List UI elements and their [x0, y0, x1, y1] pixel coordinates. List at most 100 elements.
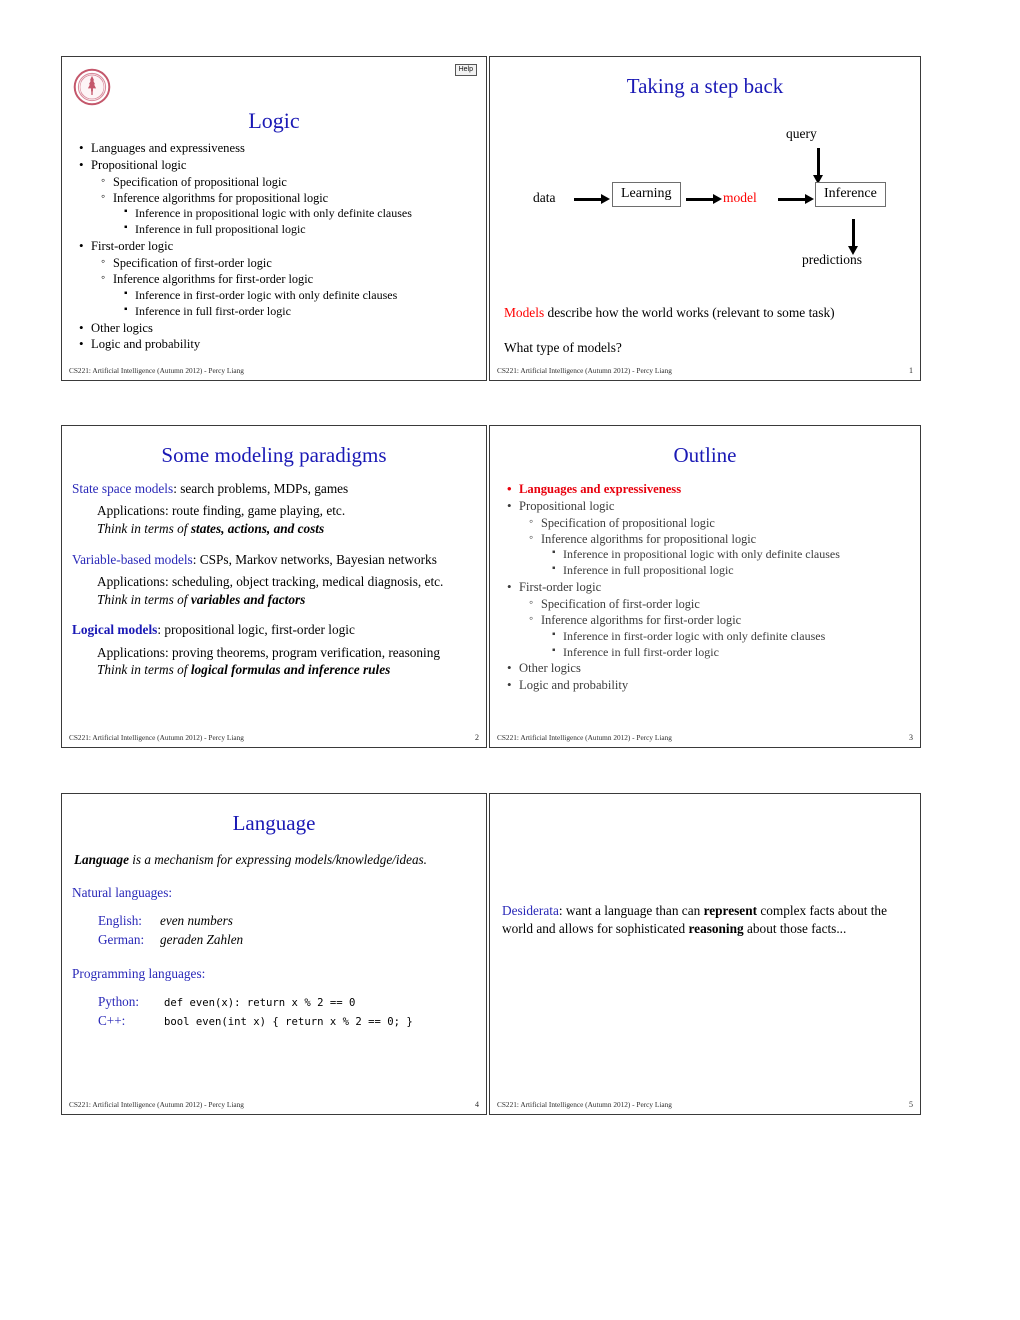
language-name: English: [98, 913, 142, 929]
slide-language: Language Language is a mechanism for exp… [61, 793, 487, 1115]
page-number: 3 [909, 733, 913, 742]
think-prefix: Think in terms of [97, 591, 191, 607]
slide-footer: CS221: Artificial Intelligence (Autumn 2… [62, 730, 486, 742]
footer-course-text: CS221: Artificial Intelligence (Autumn 2… [69, 1100, 244, 1109]
language-name: C++: [98, 1012, 126, 1028]
slide-footer: CS221: Artificial Intelligence (Autumn 2… [62, 363, 486, 375]
slide-desiderata: Desiderata: want a language than can rep… [489, 793, 921, 1115]
footer-course-text: CS221: Artificial Intelligence (Autumn 2… [497, 366, 672, 375]
paradigm-examples: : propositional logic, first-order logic [157, 622, 355, 638]
outline-item: Specification of first-order logic [528, 595, 910, 612]
programming-languages-rows: Python: def even(x): return x % 2 == 0 C++… [98, 993, 486, 1030]
outline-item: Propositional logic [506, 497, 910, 515]
desiderata-paragraph: Desiderata: want a language than can rep… [502, 902, 906, 939]
outline-item: Inference in first-order logic with only… [122, 287, 476, 304]
language-example: even numbers [160, 913, 233, 929]
code-snippet: def even(x): return x % 2 == 0 [164, 997, 356, 1010]
arrow-inference-to-predictions [848, 219, 858, 256]
outline-item: Specification of propositional logic [528, 514, 910, 531]
outline-item: Other logics [506, 660, 910, 677]
footer-course-text: CS221: Artificial Intelligence (Autumn 2… [497, 733, 672, 742]
programming-languages-heading: Programming languages: [72, 966, 206, 982]
outline-item: Logic and probability [506, 676, 910, 694]
paradigm-think-line: Think in terms of states, actions, and c… [97, 520, 472, 538]
outline-item: Inference algorithms for first-order log… [100, 270, 476, 287]
slide-logic-title: Help Logic Languages and expressivenessP… [61, 56, 487, 381]
outline-item: Other logics [78, 319, 476, 337]
paradigm-detail: Applications: proving theorems, program … [97, 644, 472, 679]
language-name: Python: [98, 994, 140, 1010]
desiderata-bold-represent: represent [703, 903, 758, 918]
arrow-learning-to-model [686, 194, 722, 205]
model-label: model [723, 190, 757, 206]
slide-footer: CS221: Artificial Intelligence (Autumn 2… [62, 1097, 486, 1109]
slide-title: Outline [673, 443, 737, 467]
page-number: 1 [909, 366, 913, 375]
code-snippet: bool even(int x) { return x % 2 == 0; } [164, 1015, 413, 1028]
outline-item: First-order logic [506, 578, 910, 596]
paradigm-think-line: Think in terms of variables and factors [97, 591, 472, 609]
think-prefix: Think in terms of [97, 521, 191, 537]
desiderata-keyword: Desiderata [502, 903, 559, 918]
outline-item: Inference algorithms for propositional l… [100, 189, 476, 206]
paradigm-applications: Applications: scheduling, object trackin… [97, 574, 444, 589]
paradigm-name: Logical models [72, 622, 158, 638]
slide-outline: Outline Languages and expressivenessProp… [489, 425, 921, 748]
think-prefix: Think in terms of [97, 662, 191, 678]
slide-some-modeling-paradigms: Some modeling paradigms State space mode… [61, 425, 487, 748]
language-name: German: [98, 931, 145, 947]
paradigm-detail: Applications: route finding, game playin… [97, 502, 472, 537]
desiderata-bold-reasoning: reasoning [688, 921, 744, 937]
outline-item: Languages and expressiveness [506, 480, 910, 498]
think-keywords: variables and factors [190, 591, 306, 607]
language-row: C++: bool even(int x) { return x % 2 == 0… [98, 1012, 486, 1030]
outline-item: Propositional logic [78, 156, 476, 174]
footer-course-text: CS221: Artificial Intelligence (Autumn 2… [497, 1100, 672, 1109]
think-keywords: logical formulas and inference rules [190, 662, 391, 678]
predictions-label: predictions [802, 252, 862, 268]
outline-item: Specification of propositional logic [100, 173, 476, 190]
outline-list: Languages and expressivenessPropositiona… [62, 139, 486, 353]
slide-footer: CS221: Artificial Intelligence (Autumn 2… [490, 363, 920, 375]
query-label: query [786, 126, 817, 142]
help-button[interactable]: Help [454, 64, 477, 76]
outline-item: Inference in propositional logic with on… [122, 205, 476, 222]
paradigm-examples: : CSPs, Markov networks, Bayesian networ… [192, 551, 437, 567]
ml-pipeline-diagram: query data Learning model Inference pred… [490, 118, 920, 298]
think-keywords: states, actions, and costs [190, 521, 325, 537]
desiderata-text-1: : want a language than can [558, 903, 704, 918]
paradigm-think-line: Think in terms of logical formulas and i… [97, 661, 472, 679]
desiderata-text-3: about those facts... [743, 921, 847, 937]
paradigm-heading: Logical models: propositional logic, fir… [72, 621, 472, 638]
page-number: 2 [475, 733, 479, 742]
outline-item: Inference in full first-order logic [550, 644, 910, 661]
learning-node: Learning [612, 182, 681, 208]
outline-item: First-order logic [78, 237, 476, 255]
slide-title: Some modeling paradigms [161, 443, 387, 467]
paradigm-heading: Variable-based models: CSPs, Markov netw… [72, 551, 472, 568]
language-definition-term: Language [74, 852, 129, 868]
arrow-data-to-learning [574, 194, 610, 205]
paradigm-examples: : search problems, MDPs, games [173, 481, 349, 497]
slide-taking-a-step-back: Taking a step back query data Learning m… [489, 56, 921, 381]
handout-page: Help Logic Languages and expressivenessP… [0, 0, 1020, 1320]
slide-title: Language [232, 811, 316, 835]
footer-course-text: CS221: Artificial Intelligence (Autumn 2… [69, 733, 244, 742]
stanford-seal-icon [73, 68, 111, 106]
data-label: data [533, 190, 556, 206]
outline-item: Inference in propositional logic with on… [550, 546, 910, 563]
paradigm-list: State space models: search problems, MDP… [62, 480, 486, 679]
paradigm-applications: Applications: proving theorems, program … [97, 644, 441, 660]
slide-title: Logic [248, 108, 300, 133]
outline-item: Inference algorithms for propositional l… [528, 530, 910, 547]
paradigm-name: State space models [72, 481, 174, 497]
language-example: geraden Zahlen [160, 931, 244, 947]
paradigm-applications: Applications: route finding, game playin… [97, 503, 346, 519]
footer-course-text: CS221: Artificial Intelligence (Autumn 2… [69, 366, 244, 375]
language-row: German: geraden Zahlen [98, 931, 486, 949]
outline-item: Inference in first-order logic with only… [550, 628, 910, 645]
language-row: Python: def even(x): return x % 2 == 0 [98, 993, 486, 1011]
language-row: English: even numbers [98, 912, 486, 930]
slide-footer: CS221: Artificial Intelligence (Autumn 2… [490, 1097, 920, 1109]
paradigm-detail: Applications: scheduling, object trackin… [97, 573, 472, 608]
